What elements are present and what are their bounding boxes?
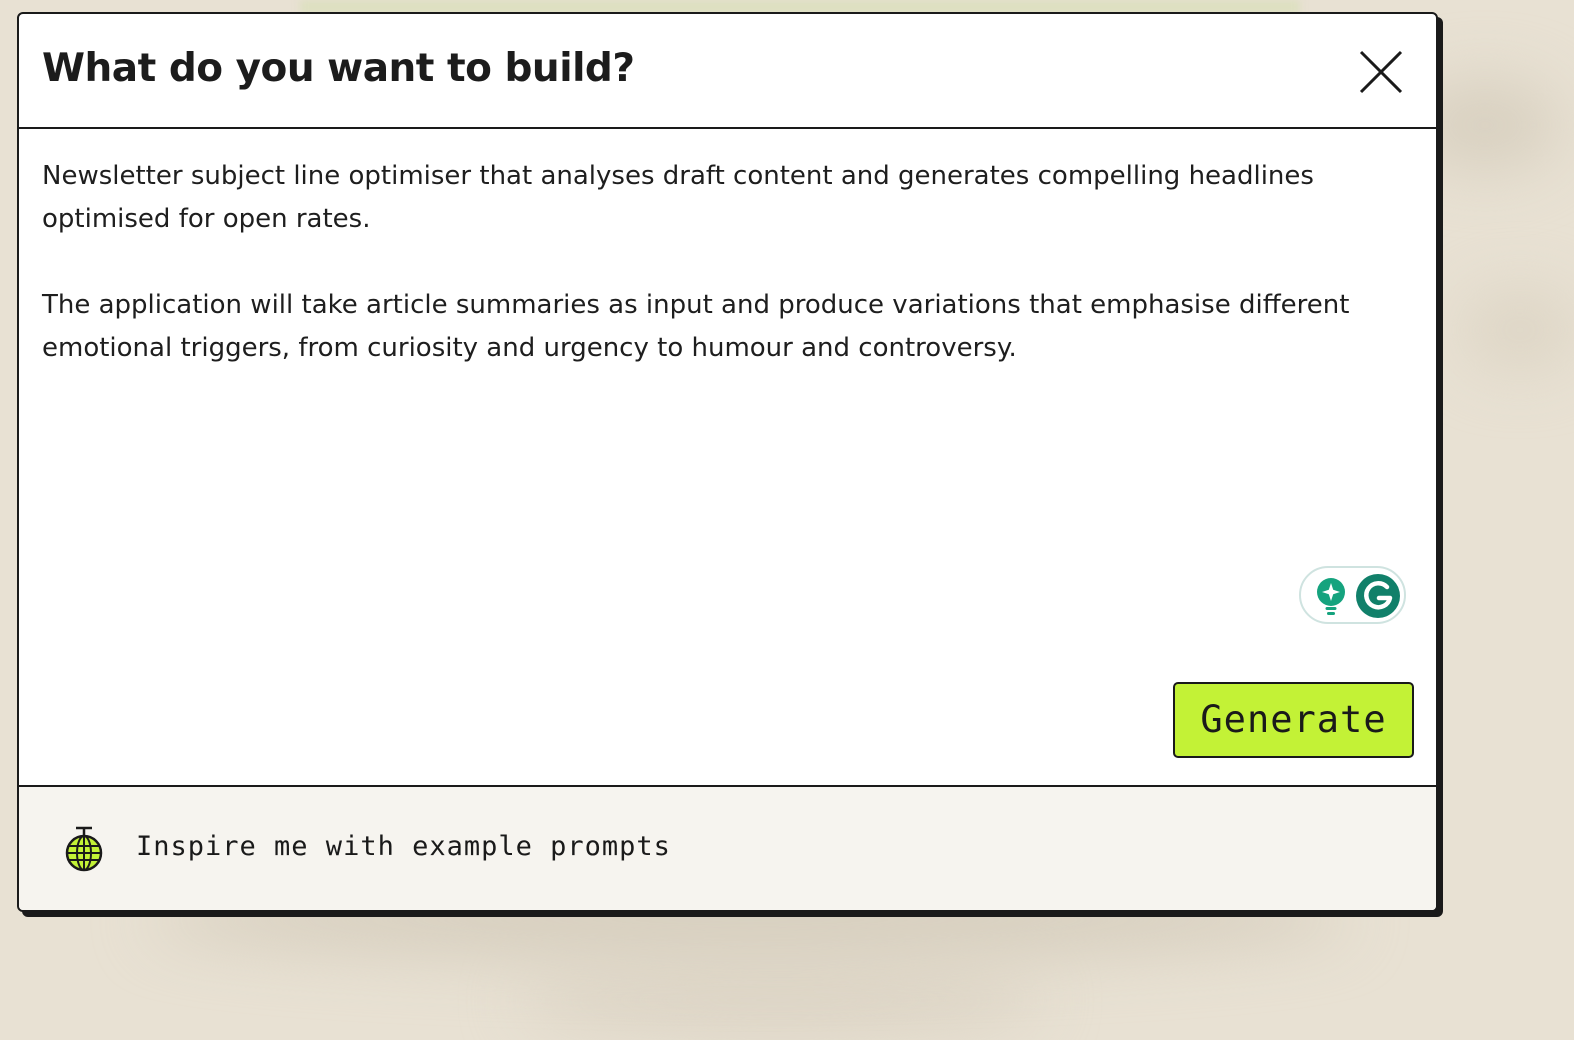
close-icon [1359,50,1403,94]
generate-button[interactable]: Generate [1173,682,1414,758]
lightbulb-sparkle-icon[interactable] [1313,577,1349,617]
build-dialog: What do you want to build? Newsletter su… [17,12,1438,912]
prompt-area: Newsletter subject line optimiser that a… [19,129,1436,785]
close-button[interactable] [1357,48,1405,96]
dialog-title: What do you want to build? [42,46,635,91]
background-blur [1460,290,1574,370]
dialog-footer: Inspire me with example prompts [19,785,1436,910]
grammarly-widget[interactable] [1299,566,1406,624]
inspire-me-link[interactable]: Inspire me with example prompts [136,831,671,862]
grammarly-g-icon[interactable] [1355,573,1401,619]
background-blur [520,960,1040,1040]
disco-ball-icon [65,826,103,872]
dialog-header: What do you want to build? [19,14,1436,129]
prompt-textarea[interactable]: Newsletter subject line optimiser that a… [42,155,1387,370]
